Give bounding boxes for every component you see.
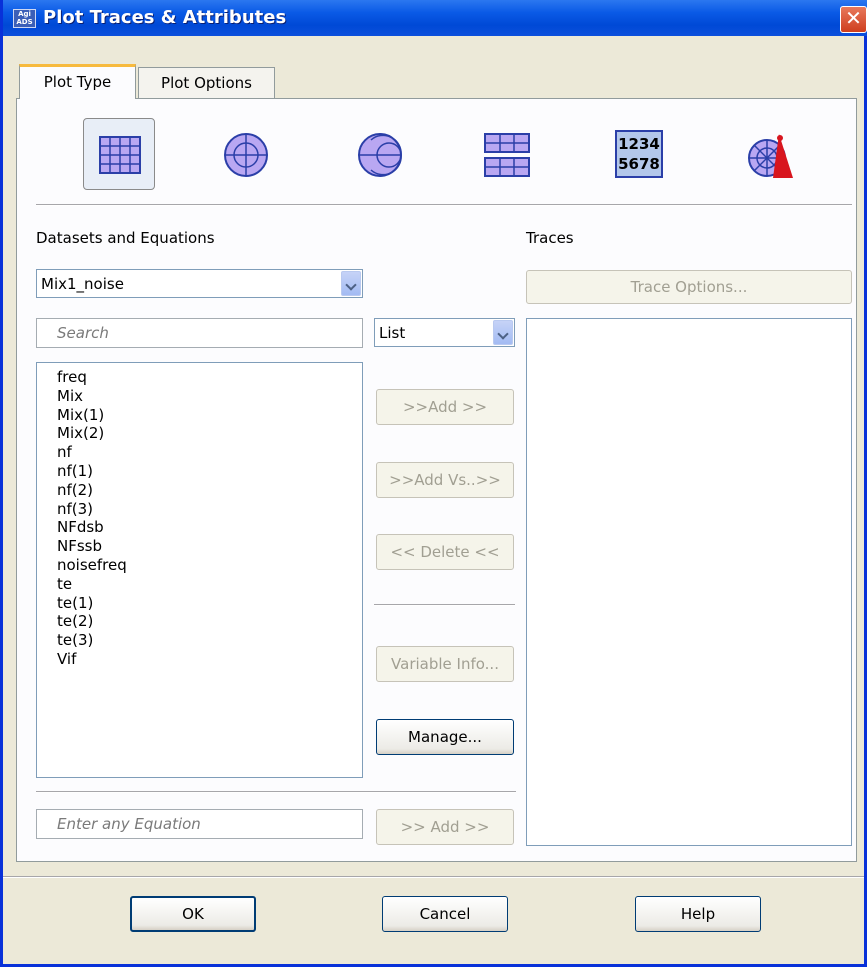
list-item[interactable]: NFssb bbox=[37, 537, 362, 556]
list-item[interactable]: Vif bbox=[37, 650, 362, 669]
datasets-label: Datasets and Equations bbox=[36, 229, 215, 247]
list-item[interactable]: te(3) bbox=[37, 631, 362, 650]
footer-separator bbox=[3, 876, 864, 878]
list-item[interactable]: freq bbox=[37, 368, 362, 387]
window-title: Plot Traces & Attributes bbox=[43, 7, 287, 28]
delete-button[interactable]: << Delete << bbox=[376, 534, 514, 570]
manage-button[interactable]: Manage... bbox=[376, 719, 514, 755]
list-item[interactable]: Mix(2) bbox=[37, 424, 362, 443]
tab-plot-type[interactable]: Plot Type bbox=[19, 64, 136, 99]
antenna-plot-icon bbox=[748, 134, 793, 178]
chevron-down-icon[interactable] bbox=[493, 320, 513, 345]
list-item[interactable]: Mix(1) bbox=[37, 406, 362, 425]
list-item[interactable]: te(1) bbox=[37, 594, 362, 613]
traces-label: Traces bbox=[526, 229, 574, 247]
list-item[interactable]: noisefreq bbox=[37, 556, 362, 575]
list-item[interactable]: nf bbox=[37, 443, 362, 462]
list-table-icon: 1234 5678 bbox=[615, 130, 663, 178]
add-button[interactable]: >>Add >> bbox=[376, 389, 514, 425]
tab-plot-options[interactable]: Plot Options bbox=[138, 67, 275, 98]
antenna-plot-button[interactable] bbox=[733, 118, 805, 190]
title-bar[interactable]: Agi ADS Plot Traces & Attributes ✕ bbox=[3, 0, 867, 36]
list-item[interactable]: te bbox=[37, 575, 362, 594]
list-table-icon-text-bottom: 5678 bbox=[618, 155, 660, 173]
separator bbox=[36, 204, 852, 206]
dataset-select[interactable]: Mix1_noise bbox=[36, 269, 363, 298]
list-item[interactable]: nf(1) bbox=[37, 462, 362, 481]
stacked-plot-icon bbox=[484, 133, 530, 177]
list-item[interactable]: te(2) bbox=[37, 612, 362, 631]
search-field[interactable] bbox=[36, 318, 363, 348]
close-button[interactable]: ✕ bbox=[840, 6, 867, 33]
equation-input[interactable] bbox=[37, 810, 362, 838]
stacked-rectangular-plot-button[interactable] bbox=[469, 118, 541, 190]
dataset-select-value: Mix1_noise bbox=[41, 275, 124, 293]
help-button[interactable]: Help bbox=[635, 896, 761, 932]
trace-options-button[interactable]: Trace Options... bbox=[526, 270, 852, 304]
button-separator bbox=[374, 604, 515, 606]
smith-chart-icon bbox=[358, 133, 402, 177]
dialog-window: Agi ADS Plot Traces & Attributes ✕ Plot T… bbox=[0, 0, 867, 967]
add-equation-button[interactable]: >> Add >> bbox=[376, 809, 514, 845]
ok-button[interactable]: OK bbox=[130, 896, 256, 932]
smith-chart-button[interactable] bbox=[343, 118, 415, 190]
add-vs-button[interactable]: >>Add Vs..>> bbox=[376, 462, 514, 498]
variables-list[interactable]: freq Mix Mix(1) Mix(2) nf nf(1) nf(2) nf… bbox=[36, 362, 363, 778]
equation-separator bbox=[36, 791, 516, 793]
equation-field[interactable] bbox=[36, 809, 363, 839]
rectangular-plot-button[interactable] bbox=[83, 118, 155, 190]
list-item[interactable]: Mix bbox=[37, 387, 362, 406]
polar-plot-button[interactable] bbox=[209, 118, 281, 190]
list-table-button[interactable]: 1234 5678 bbox=[603, 118, 675, 190]
cancel-button[interactable]: Cancel bbox=[382, 896, 508, 932]
polar-plot-icon bbox=[224, 133, 268, 177]
view-mode-select[interactable]: List bbox=[374, 318, 515, 347]
app-icon: Agi ADS bbox=[13, 9, 36, 28]
chevron-down-icon[interactable] bbox=[341, 271, 361, 296]
variable-info-button[interactable]: Variable Info... bbox=[376, 646, 514, 682]
list-item[interactable]: nf(2) bbox=[37, 481, 362, 500]
rectangular-plot-icon bbox=[99, 136, 141, 174]
view-mode-value: List bbox=[379, 324, 406, 342]
traces-list[interactable] bbox=[526, 318, 852, 846]
list-item[interactable]: nf(3) bbox=[37, 500, 362, 519]
search-input[interactable] bbox=[37, 319, 362, 347]
list-item[interactable]: NFdsb bbox=[37, 518, 362, 537]
list-table-icon-text-top: 1234 bbox=[618, 135, 660, 153]
